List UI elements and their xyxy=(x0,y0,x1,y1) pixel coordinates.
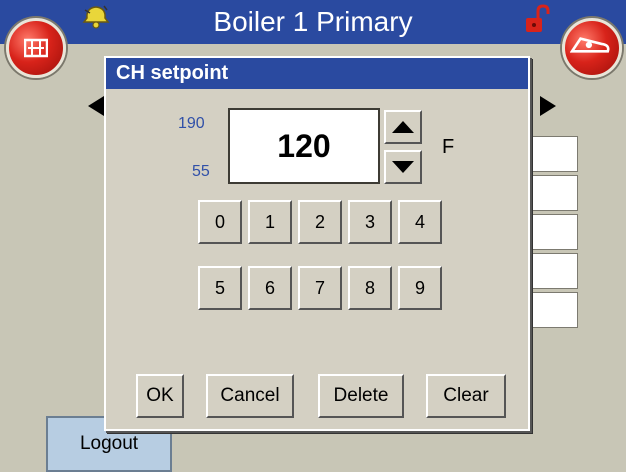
value-field[interactable] xyxy=(530,136,578,172)
min-limit: 55 xyxy=(192,163,210,180)
boiler-button[interactable] xyxy=(6,18,66,78)
key-1[interactable]: 1 xyxy=(248,200,292,244)
bell-icon[interactable] xyxy=(82,4,112,30)
value-field[interactable] xyxy=(530,292,578,328)
unit-label: F xyxy=(442,136,455,158)
dialog-title: CH setpoint xyxy=(116,62,229,84)
burner-button[interactable] xyxy=(562,18,622,78)
arrow-up-icon xyxy=(392,121,414,133)
dialog-title-bar: CH setpoint xyxy=(106,58,528,89)
next-arrow-icon[interactable] xyxy=(540,96,556,116)
key-6[interactable]: 6 xyxy=(248,266,292,310)
key-4[interactable]: 4 xyxy=(398,200,442,244)
ok-button[interactable]: OK xyxy=(136,374,184,418)
value-field[interactable] xyxy=(530,214,578,250)
key-7[interactable]: 7 xyxy=(298,266,342,310)
key-3[interactable]: 3 xyxy=(348,200,392,244)
burner-icon xyxy=(570,37,610,53)
max-limit: 190 xyxy=(178,115,205,132)
key-0[interactable]: 0 xyxy=(198,200,242,244)
increment-button[interactable] xyxy=(384,110,422,144)
delete-button[interactable]: Delete xyxy=(318,374,404,418)
arrow-down-icon xyxy=(392,161,414,173)
boiler-icon xyxy=(24,38,48,58)
key-9[interactable]: 9 xyxy=(398,266,442,310)
previous-arrow-icon[interactable] xyxy=(88,96,104,116)
value-field[interactable] xyxy=(530,253,578,289)
key-5[interactable]: 5 xyxy=(198,266,242,310)
cancel-button[interactable]: Cancel xyxy=(206,374,294,418)
setpoint-value[interactable]: 120 xyxy=(228,108,380,184)
setpoint-dialog: CH setpoint 190 55 120 F 0 1 2 3 4 5 6 7… xyxy=(104,56,530,431)
key-8[interactable]: 8 xyxy=(348,266,392,310)
unlocked-padlock-icon[interactable] xyxy=(524,4,550,34)
value-field[interactable] xyxy=(530,175,578,211)
key-2[interactable]: 2 xyxy=(298,200,342,244)
decrement-button[interactable] xyxy=(384,150,422,184)
clear-button[interactable]: Clear xyxy=(426,374,506,418)
